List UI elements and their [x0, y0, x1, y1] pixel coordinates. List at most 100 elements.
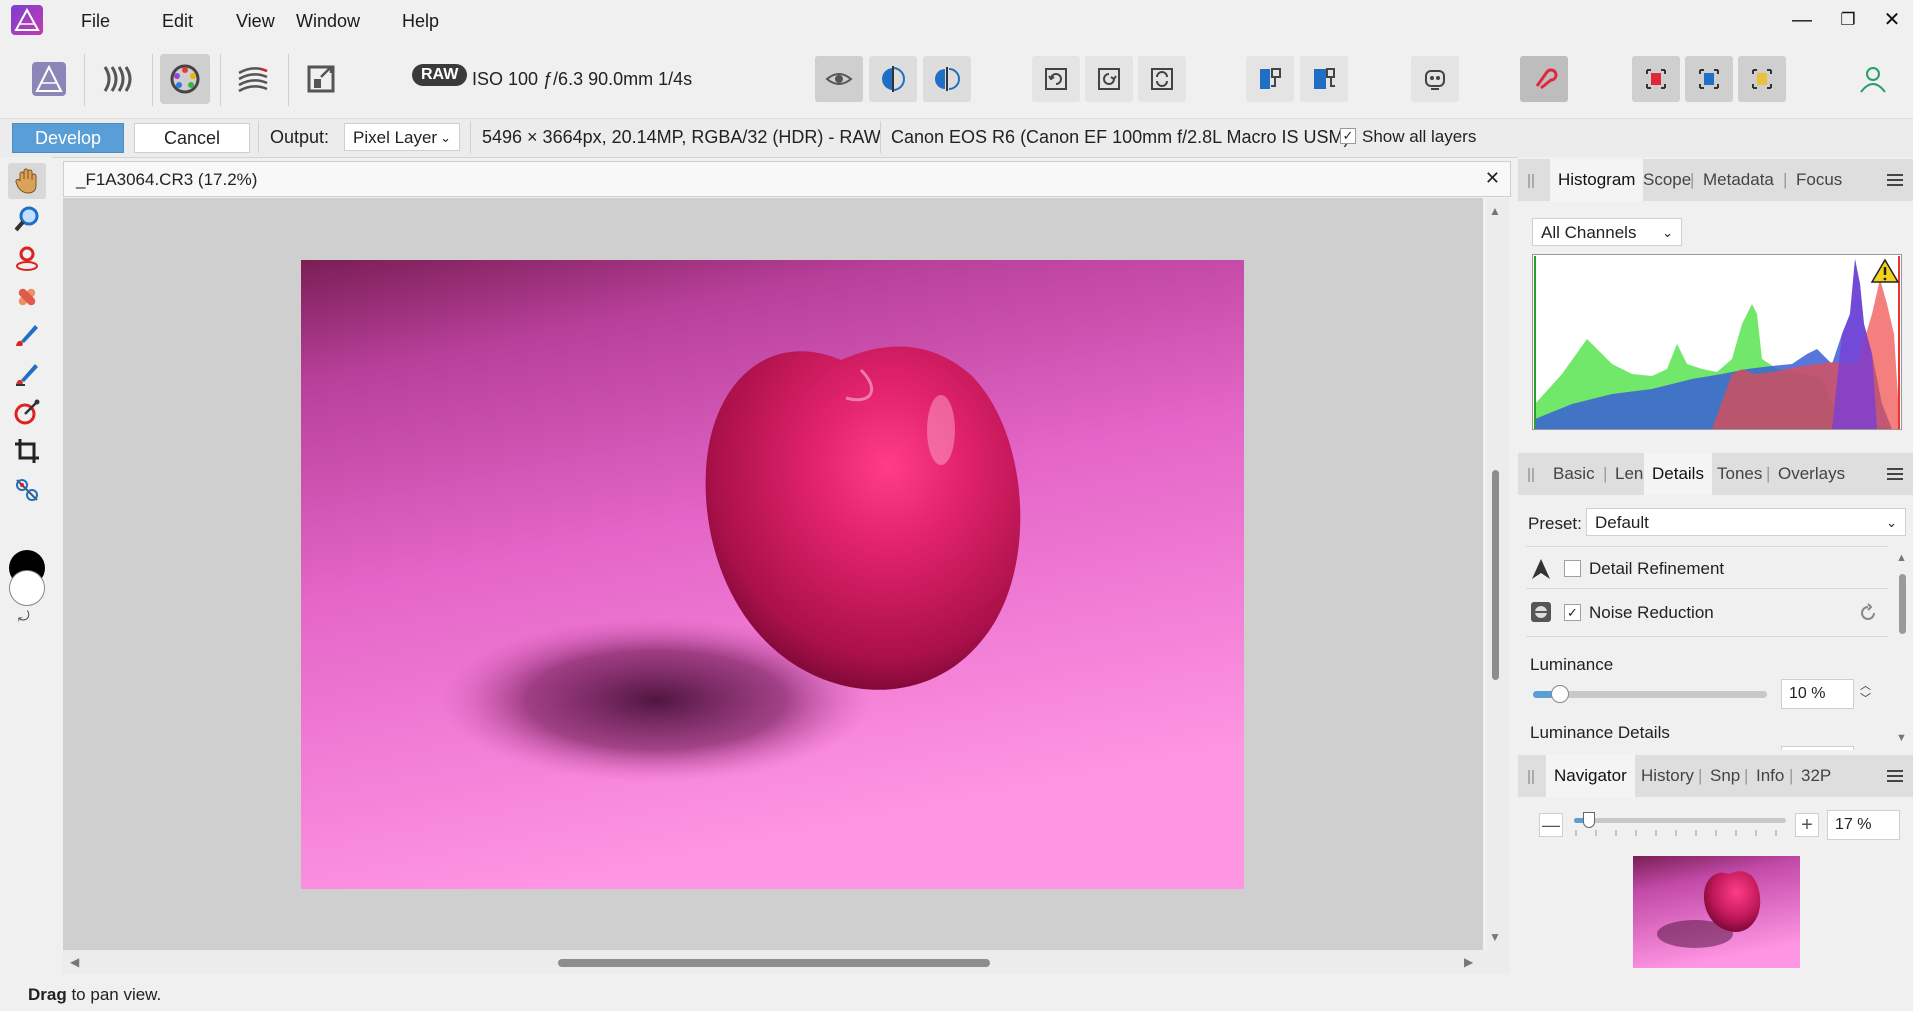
output-dropdown[interactable]: Pixel Layer ⌄ [344, 123, 460, 151]
tone-mapping-persona-button[interactable] [228, 54, 278, 104]
menu-view[interactable]: View [230, 9, 281, 34]
luminance-slider[interactable] [1533, 685, 1767, 703]
navigator-zoom-knob[interactable] [1582, 812, 1595, 828]
liquify-persona-button[interactable] [92, 54, 142, 104]
export-persona-button[interactable] [296, 54, 346, 104]
tab-32p[interactable]: 32P [1801, 755, 1831, 797]
panel-scroll-thumb[interactable] [1899, 574, 1906, 634]
tab-snapshots[interactable]: Snp [1710, 755, 1740, 797]
clipping-tones-button[interactable] [1738, 56, 1786, 102]
menu-edit[interactable]: Edit [156, 9, 199, 34]
clipping-shadows-button[interactable] [1685, 56, 1733, 102]
tab-overlays[interactable]: Overlays [1778, 453, 1845, 495]
tab-focus[interactable]: Focus [1796, 159, 1842, 201]
reset-rotation-button[interactable] [1138, 56, 1186, 102]
tab-navigator[interactable]: Navigator [1546, 755, 1635, 797]
red-eye-button[interactable] [1520, 56, 1568, 102]
panel-scroll-down-icon[interactable]: ▼ [1896, 732, 1907, 744]
rotate-right-button[interactable] [1085, 56, 1133, 102]
develop-button[interactable]: Develop [12, 123, 124, 153]
develop-persona-button[interactable] [160, 54, 210, 104]
panel-grip-icon[interactable] [1526, 768, 1536, 786]
noise-reduction-checkbox[interactable]: ✓ [1564, 604, 1581, 621]
panel-grip-icon[interactable] [1526, 466, 1536, 484]
preset-dropdown[interactable]: Default ⌄ [1586, 508, 1906, 536]
show-all-layers-label: Show all layers [1362, 127, 1477, 146]
rotate-ccw-icon [1045, 68, 1067, 90]
horizontal-scroll-thumb[interactable] [558, 959, 990, 967]
minimize-button[interactable]: — [1782, 6, 1822, 34]
mirror-view-button[interactable] [923, 56, 971, 102]
tab-info[interactable]: Info [1756, 755, 1784, 797]
tab-history[interactable]: History [1641, 755, 1694, 797]
clipping-highlights-button[interactable] [1632, 56, 1680, 102]
overlay-paint-tool[interactable] [8, 317, 46, 353]
panel-scroll-up-icon[interactable]: ▲ [1896, 552, 1907, 564]
navigator-zoom-slider[interactable] [1574, 812, 1786, 828]
split-view-button[interactable] [869, 56, 917, 102]
menu-help[interactable]: Help [396, 9, 445, 34]
eraser-brush-icon [16, 364, 38, 386]
histogram-channel-dropdown[interactable]: All Channels ⌄ [1532, 218, 1682, 246]
rotate-left-button[interactable] [1032, 56, 1080, 102]
scroll-down-icon[interactable]: ▼ [1489, 930, 1501, 944]
luminance-details-value-field[interactable] [1781, 746, 1854, 750]
tone-mapping-icon [238, 67, 268, 93]
reset-icon[interactable] [1858, 603, 1878, 623]
luminance-stepper[interactable]: ︿ ﹀ [1860, 680, 1871, 706]
menu-file[interactable]: File [75, 9, 116, 34]
account-button[interactable] [1848, 54, 1898, 104]
panel-menu-icon[interactable] [1886, 173, 1904, 187]
document-tab[interactable]: _F1A3064.CR3 (17.2%) ✕ [63, 161, 1511, 197]
zoom-out-button[interactable]: — [1539, 813, 1563, 837]
panel-menu-icon[interactable] [1886, 769, 1904, 783]
zoom-in-button[interactable]: + [1795, 813, 1819, 837]
output-label: Output: [270, 127, 330, 147]
tab-histogram[interactable]: Histogram [1550, 159, 1644, 201]
noise-reduction-label: Noise Reduction [1589, 603, 1714, 622]
chevron-down-icon: ⌄ [1662, 225, 1673, 240]
restore-button[interactable]: ❐ [1828, 6, 1868, 34]
cancel-button[interactable]: Cancel [134, 123, 250, 153]
photo-persona-button[interactable] [24, 54, 74, 104]
scroll-up-icon[interactable]: ▲ [1489, 204, 1501, 218]
white-balance-tool[interactable] [8, 240, 46, 276]
crop-tool[interactable] [8, 433, 46, 469]
tab-tones[interactable]: Tones [1717, 453, 1762, 495]
assistant-button[interactable] [1411, 56, 1459, 102]
view-clipping-button[interactable] [815, 56, 863, 102]
navigator-thumbnail[interactable] [1633, 856, 1800, 968]
affinity-photo-logo-icon [11, 5, 43, 35]
eye-icon [825, 73, 853, 85]
luminance-value-field[interactable]: 10 % [1781, 679, 1854, 709]
scroll-left-icon[interactable]: ◀ [70, 955, 79, 969]
navigator-zoom-field[interactable]: 17 % [1827, 810, 1900, 840]
panel-menu-icon[interactable] [1886, 467, 1904, 481]
swap-colors-icon[interactable]: ⤾ [18, 608, 30, 625]
show-before-button[interactable] [1246, 56, 1294, 102]
tab-basic[interactable]: Basic [1553, 453, 1595, 495]
tab-scope[interactable]: Scope [1643, 159, 1691, 201]
hand-tool[interactable] [8, 163, 46, 199]
zoom-tool[interactable] [8, 201, 46, 237]
scroll-right-icon[interactable]: ▶ [1464, 955, 1473, 969]
vertical-scroll-thumb[interactable] [1492, 470, 1499, 680]
close-document-icon[interactable]: ✕ [1485, 168, 1500, 189]
secondary-color-swatch[interactable] [9, 570, 45, 606]
blemish-removal-tool[interactable] [8, 279, 46, 315]
menu-window[interactable]: Window [290, 9, 366, 34]
gradient-icon [14, 399, 40, 425]
show-after-button[interactable] [1300, 56, 1348, 102]
show-all-layers-checkbox[interactable]: ✓ [1340, 128, 1356, 144]
overlay-erase-tool[interactable] [8, 356, 46, 392]
panel-grip-icon[interactable] [1526, 172, 1536, 190]
menubar: File Edit View Window Help — ❐ ✕ [0, 0, 1913, 42]
toolbar: RAW ISO 100 ƒ/6.3 90.0mm 1/4s [0, 42, 1913, 119]
red-eye-removal-tool[interactable] [8, 472, 46, 508]
close-window-button[interactable]: ✕ [1872, 6, 1912, 34]
red-hook-icon [1535, 68, 1558, 90]
overlay-gradient-tool[interactable] [8, 394, 46, 430]
tab-metadata[interactable]: Metadata [1703, 159, 1774, 201]
detail-refinement-checkbox[interactable] [1564, 560, 1581, 577]
tab-details[interactable]: Details [1644, 453, 1712, 495]
